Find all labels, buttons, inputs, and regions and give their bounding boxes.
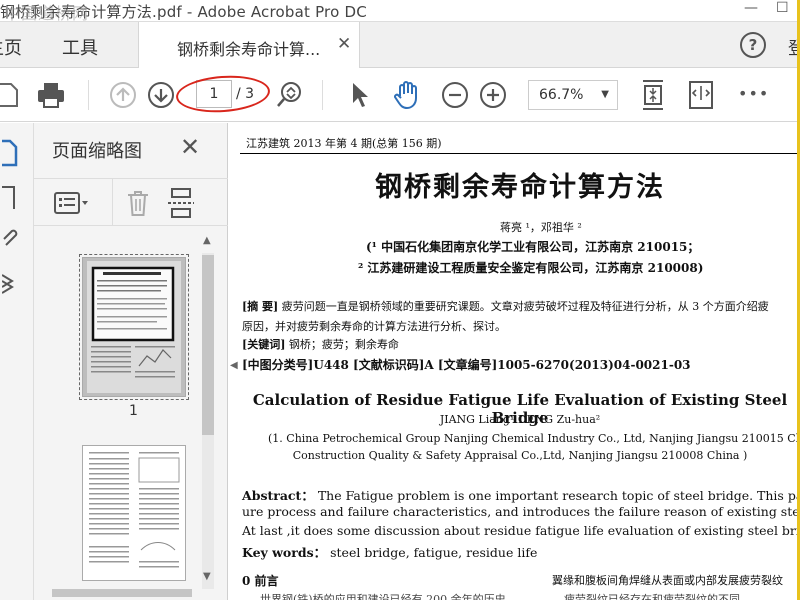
abstract-cn-label: [摘 要]	[242, 300, 279, 313]
journal-header: 江苏建筑 2013 年第 4 期(总第 156 期)	[246, 137, 442, 150]
thumbnail-page-2[interactable]	[82, 445, 186, 581]
zoom-out-icon[interactable]	[440, 80, 470, 110]
header-rule	[240, 153, 800, 154]
trash-icon[interactable]	[126, 189, 150, 221]
keywords-cn-text: 钢桥；疲劳；剩余寿命	[288, 338, 399, 351]
horizontal-scrollbar[interactable]	[52, 589, 192, 597]
toolbar-separator	[88, 80, 89, 110]
document-tab-label: 钢桥剩余寿命计算...	[177, 40, 321, 59]
close-panel-icon[interactable]: ✕	[180, 133, 200, 161]
zoom-in-icon[interactable]	[478, 80, 508, 110]
left-navigation-strip	[0, 123, 34, 600]
thumbnail-page-1[interactable]	[79, 254, 189, 400]
page-thumbnails-icon[interactable]	[2, 139, 18, 171]
menu-bar: 主页 工具 钢桥剩余寿命计算... ✕ ? 登	[0, 22, 800, 68]
affiliation-cn-2: ² 江苏建研建设工程质量安全鉴定有限公司，江苏南京 210008)	[358, 261, 704, 275]
body-text-right: 疲劳裂纹已经存在和疲劳裂纹的不同	[564, 593, 740, 600]
body-text-left: 世界钢(铁)桥的应用和建设已经有 200 余年的历史	[260, 593, 506, 600]
document-tab[interactable]: 钢桥剩余寿命计算... ✕	[138, 22, 360, 68]
menu-home[interactable]: 主页	[0, 34, 22, 60]
previous-page-icon[interactable]	[108, 80, 138, 110]
abstract-cn-text-1: 疲劳问题一直是钢桥领域的重要研究课题。文章对疲劳破坏过程及特征进行分析，从 3 …	[281, 300, 769, 313]
menu-tools[interactable]: 工具	[62, 34, 98, 60]
scroll-up-icon[interactable]: ▲	[203, 235, 211, 246]
abstract-cn-text-2: 原因，并对疲劳剩余寿命的计算方法进行分析、探讨。	[242, 320, 506, 333]
collapse-panel-icon[interactable]: ◀	[230, 360, 238, 371]
help-icon[interactable]: ?	[740, 32, 766, 58]
full-screen-icon[interactable]	[686, 80, 716, 110]
zoom-level-value: 66.7%	[539, 87, 584, 103]
abstract-cn-line-1: [摘 要] 疲劳问题一直是钢桥领域的重要研究课题。文章对疲劳破坏过程及特征进行分…	[242, 298, 769, 314]
pdf-page: 江苏建筑 2013 年第 4 期(总第 156 期) 钢桥剩余寿命计算方法 蒋亮…	[240, 123, 800, 600]
hand-tool-icon[interactable]	[392, 80, 422, 110]
thumbnail-page-1-label: 1	[129, 403, 138, 419]
keywords-cn-line: [关键词] 钢桥；疲劳；剩余寿命	[242, 336, 399, 352]
authors-cn: 蒋亮 ¹，邓祖华 ²	[500, 221, 582, 234]
insert-page-icon[interactable]	[168, 187, 194, 223]
scroll-down-icon[interactable]: ▼	[203, 571, 211, 582]
abstract-en-text-2: ure process and failure characteristics,…	[242, 504, 800, 519]
fit-page-icon[interactable]	[638, 80, 668, 110]
print-icon[interactable]	[36, 80, 66, 110]
title-bar: 钢桥剩余寿命计算方法.pdf - Adobe Acrobat Pro DC 中国…	[0, 0, 800, 23]
keywords-cn-label: [关键词]	[242, 338, 286, 351]
more-tools-icon[interactable]: •••	[738, 84, 769, 103]
section-heading: 0 前言	[242, 574, 279, 588]
document-view[interactable]: 江苏建筑 2013 年第 4 期(总第 156 期) 钢桥剩余寿命计算方法 蒋亮…	[240, 123, 800, 600]
panel-toolbar	[34, 178, 228, 226]
keywords-en-line: Key words： steel bridge, fatigue, residu…	[242, 542, 537, 561]
keywords-en-text: steel bridge, fatigue, residue life	[330, 545, 538, 560]
close-tab-icon[interactable]: ✕	[337, 34, 351, 54]
affiliation-cn-1: (¹ 中国石化集团南京化学工业有限公司，江苏南京 210015；	[366, 240, 700, 254]
abstract-en-text-3: At last ,it does some discussion about r…	[242, 523, 800, 538]
zoom-search-icon[interactable]	[274, 80, 304, 110]
save-icon[interactable]	[0, 80, 22, 110]
options-menu-icon[interactable]	[54, 191, 92, 219]
zoom-level-select[interactable]: 66.7% ▼	[528, 80, 618, 110]
authors-en: JIANG Liang¹ DENG Zu-hua²	[439, 413, 601, 426]
maximize-button[interactable]: ☐	[776, 0, 789, 16]
select-cursor-icon[interactable]	[344, 80, 374, 110]
abstract-en-text-1: The Fatigue problem is one important res…	[317, 488, 800, 503]
classification-line: [中图分类号]U448 [文献标识码]A [文章编号]1005-6270(201…	[242, 358, 691, 372]
minimize-button[interactable]: —	[744, 0, 758, 16]
page-thumbnails-panel: 页面缩略图 ✕ 1 ▲ ▼	[34, 123, 228, 600]
highlight-oval	[174, 72, 272, 116]
panel-toolbar-separator	[112, 179, 113, 225]
keywords-en-label: Key words：	[242, 545, 327, 560]
scrollbar-thumb[interactable]	[202, 255, 214, 435]
next-page-icon[interactable]	[146, 80, 176, 110]
thumbnail-scrollbar[interactable]: ▲ ▼	[200, 235, 216, 595]
article-title-cn: 钢桥剩余寿命计算方法	[375, 172, 665, 203]
main-toolbar: 1 / 3 66.7% ▼ •••	[0, 68, 800, 122]
bookmarks-icon[interactable]	[2, 185, 16, 215]
attachments-icon[interactable]	[2, 227, 18, 257]
affiliation-en-1: (1. China Petrochemical Group Nanjing Ch…	[268, 432, 800, 445]
toolbar-separator	[322, 80, 323, 110]
abstract-en-label: Abstract：	[242, 488, 314, 503]
watermark-logo: 中国道桥网	[4, 4, 90, 23]
right-column-text: 翼缘和腹板间角焊缝从表面或内部发展疲劳裂纹	[552, 574, 783, 587]
abstract-en-line-1: Abstract： The Fatigue problem is one imp…	[242, 485, 800, 504]
affiliation-en-2: Construction Quality & Safety Appraisal …	[292, 449, 748, 462]
chevron-down-icon: ▼	[601, 89, 609, 100]
layers-icon[interactable]	[1, 269, 18, 301]
panel-title: 页面缩略图	[52, 141, 142, 162]
